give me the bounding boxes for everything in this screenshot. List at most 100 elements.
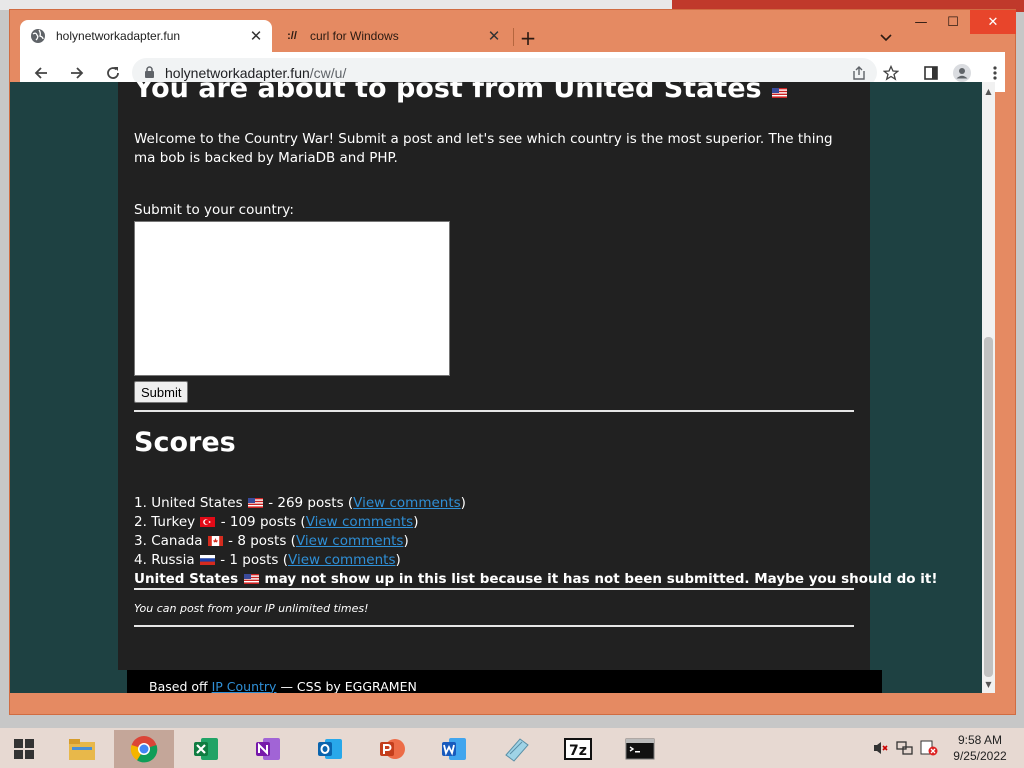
command-prompt-icon[interactable] bbox=[610, 730, 670, 768]
heading-text: You are about to post from United States bbox=[134, 82, 762, 104]
ca-flag-icon bbox=[207, 536, 223, 546]
post-textarea[interactable] bbox=[134, 221, 450, 376]
submit-label: Submit to your country: bbox=[134, 202, 294, 218]
file-explorer-icon[interactable] bbox=[52, 730, 112, 768]
view-comments-link-canada[interactable]: View comments bbox=[296, 533, 404, 549]
scroll-up-arrow-icon[interactable]: ▲ bbox=[982, 84, 995, 98]
score-rank: 4. bbox=[134, 552, 147, 568]
tab-title: curl for Windows bbox=[310, 29, 399, 43]
onenote-icon[interactable] bbox=[238, 730, 298, 768]
not-submitted-note: United States may not show up in this li… bbox=[134, 570, 937, 589]
score-paren: ) bbox=[403, 533, 409, 549]
minimize-button[interactable]: — bbox=[905, 10, 937, 34]
score-paren: ) bbox=[395, 552, 401, 568]
maximize-button[interactable]: ☐ bbox=[937, 10, 969, 34]
tab-holynetworkadapter[interactable]: holynetworkadapter.fun ✕ bbox=[20, 20, 272, 52]
reload-icon bbox=[107, 67, 119, 79]
score-paren: ) bbox=[413, 514, 419, 530]
unlimited-posts-note: You can post from your IP unlimited time… bbox=[134, 602, 369, 615]
7zip-icon[interactable]: 7z bbox=[548, 730, 608, 768]
note-text: may not show up in this list because it … bbox=[264, 571, 938, 587]
score-country: Russia bbox=[151, 552, 195, 568]
score-row-turkey: 2. Turkey - 109 posts (View comments) bbox=[134, 513, 854, 532]
divider bbox=[134, 588, 854, 590]
us-flag-icon bbox=[243, 574, 259, 584]
tab-separator bbox=[513, 28, 514, 46]
score-rank: 2. bbox=[134, 514, 147, 530]
profile-avatar-icon bbox=[953, 64, 971, 82]
clock-date: 9/25/2022 bbox=[953, 749, 1007, 763]
submit-button[interactable]: Submit bbox=[134, 381, 189, 403]
arrow-left-icon bbox=[34, 67, 47, 79]
score-row-canada: 3. Canada - 8 posts (View comments) bbox=[134, 532, 854, 551]
footer-suffix: — CSS by EGGRAMEN bbox=[280, 678, 417, 694]
score-count: - 8 posts ( bbox=[228, 533, 296, 549]
score-row-russia: 4. Russia - 1 posts (View comments) bbox=[134, 551, 854, 570]
divider bbox=[134, 625, 854, 627]
start-button[interactable] bbox=[0, 730, 48, 768]
view-comments-link-us[interactable]: View comments bbox=[353, 495, 461, 511]
powerpoint-icon[interactable] bbox=[362, 730, 422, 768]
tab-title: holynetworkadapter.fun bbox=[56, 29, 181, 43]
more-vert-icon bbox=[993, 66, 997, 80]
system-clock[interactable]: 9:58 AM 9/25/2022 bbox=[948, 732, 1012, 764]
close-window-button[interactable]: ✕ bbox=[970, 10, 1016, 34]
word-icon[interactable] bbox=[424, 730, 484, 768]
score-rank: 1. bbox=[134, 495, 147, 511]
chrome-icon[interactable] bbox=[114, 730, 174, 768]
chevron-down-icon bbox=[880, 34, 892, 42]
url-host: holynetworkadapter.fun bbox=[165, 64, 310, 81]
tab-search-button[interactable] bbox=[874, 26, 898, 50]
star-icon bbox=[883, 65, 899, 81]
globe-icon bbox=[30, 28, 46, 44]
side-panel-icon bbox=[924, 66, 938, 80]
ru-flag-icon bbox=[199, 555, 215, 565]
new-tab-button[interactable]: + bbox=[516, 26, 540, 50]
view-comments-link-russia[interactable]: View comments bbox=[288, 552, 396, 568]
score-country: Turkey bbox=[151, 514, 196, 530]
note-country: United States bbox=[134, 571, 239, 587]
notification-error-icon[interactable] bbox=[920, 740, 938, 756]
score-country: Canada bbox=[151, 533, 203, 549]
network-icon[interactable] bbox=[896, 740, 914, 756]
outlook-icon[interactable] bbox=[300, 730, 360, 768]
scores-list: 1. United States - 269 posts (View comme… bbox=[134, 494, 937, 589]
tab-close-icon[interactable]: ✕ bbox=[484, 26, 504, 46]
page-footer: Based off IP Country — CSS by EGGRAMEN bbox=[127, 670, 882, 693]
footer-prefix: Based off bbox=[149, 678, 208, 694]
page-scrollbar[interactable]: ▲ ▼ bbox=[982, 82, 995, 693]
ip-country-link[interactable]: IP Country bbox=[212, 679, 277, 694]
score-count: - 109 posts ( bbox=[220, 514, 306, 530]
windows-logo-icon bbox=[14, 739, 34, 759]
us-flag-icon bbox=[772, 88, 787, 98]
excel-icon[interactable] bbox=[176, 730, 236, 768]
score-count: - 1 posts ( bbox=[220, 552, 288, 568]
scores-heading: Scores bbox=[134, 427, 236, 458]
scroll-thumb[interactable] bbox=[984, 337, 993, 677]
main-content-panel: You are about to post from United States… bbox=[118, 82, 937, 670]
us-flag-icon bbox=[247, 498, 263, 508]
url-path: /cw/u/ bbox=[309, 64, 347, 81]
welcome-text: Welcome to the Country War! Submit a pos… bbox=[134, 131, 833, 166]
tr-flag-icon bbox=[200, 517, 216, 527]
tab-curl-for-windows[interactable]: :// curl for Windows ✕ bbox=[274, 20, 510, 52]
windows-taskbar: 7z 9:58 AM 9/25/2022 bbox=[0, 728, 1024, 768]
score-row-united-states: 1. United States - 269 posts (View comme… bbox=[134, 494, 854, 513]
clock-time: 9:58 AM bbox=[957, 733, 1003, 747]
score-paren: ) bbox=[460, 495, 466, 511]
view-comments-link-turkey[interactable]: View comments bbox=[306, 514, 414, 530]
score-rank: 3. bbox=[134, 533, 147, 549]
arrow-right-icon bbox=[71, 67, 84, 79]
share-icon bbox=[853, 66, 865, 80]
page-title: You are about to post from United States bbox=[134, 82, 854, 106]
lock-icon[interactable] bbox=[144, 66, 155, 79]
tab-close-icon[interactable]: ✕ bbox=[246, 26, 266, 46]
divider bbox=[134, 410, 854, 412]
scroll-down-arrow-icon[interactable]: ▼ bbox=[982, 677, 995, 691]
score-country: United States bbox=[151, 495, 243, 511]
footer-text: Based off IP Country — CSS by EGGRAMEN bbox=[149, 679, 417, 694]
curl-icon: :// bbox=[287, 30, 297, 42]
score-count: - 269 posts ( bbox=[268, 495, 354, 511]
notepad-icon[interactable] bbox=[486, 730, 546, 768]
volume-muted-icon[interactable] bbox=[872, 740, 890, 756]
